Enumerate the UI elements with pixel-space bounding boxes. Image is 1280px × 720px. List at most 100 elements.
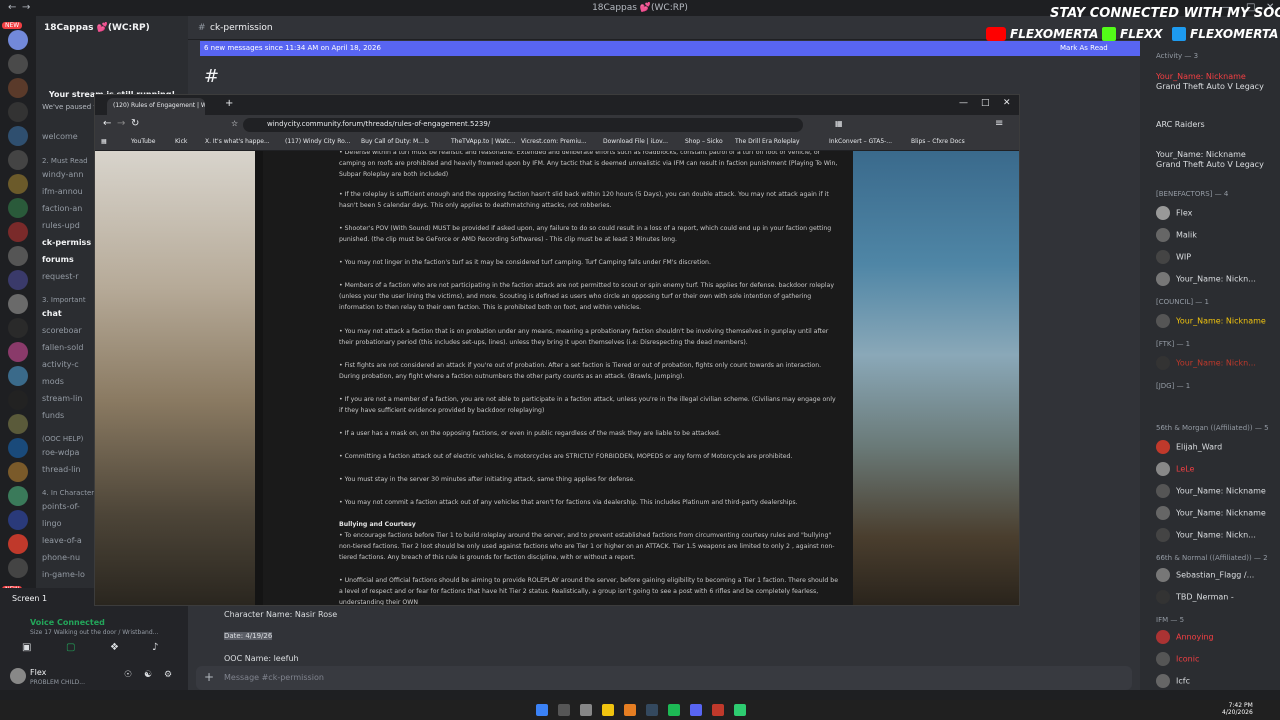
server-icon[interactable] <box>8 126 28 146</box>
member-item[interactable]: Elijah_Ward <box>1156 440 1222 454</box>
user-name[interactable]: Flex <box>30 668 46 677</box>
back-icon[interactable]: ← <box>103 118 111 129</box>
channel-item[interactable]: points-of- <box>42 502 80 511</box>
microphone-icon[interactable]: ☉ <box>124 670 132 680</box>
server-icon[interactable] <box>8 246 28 266</box>
channel-item[interactable]: faction-an <box>42 204 82 213</box>
channel-item[interactable]: phone-nu <box>42 553 80 562</box>
channel-item[interactable]: windy-ann <box>42 170 83 179</box>
member-item[interactable]: Your_Name: Nickn... <box>1156 356 1256 370</box>
server-icon[interactable] <box>8 78 28 98</box>
member-item[interactable]: Your_Name: Nickname <box>1156 484 1266 498</box>
mark-read-button[interactable]: Mark As Read <box>1060 44 1108 52</box>
camera-icon[interactable]: ▣ <box>22 642 31 653</box>
bookmark-item[interactable]: X. It's what's happe... <box>205 138 270 145</box>
server-icon[interactable] <box>8 102 28 122</box>
menu-icon[interactable]: ≡ <box>995 118 1003 129</box>
discord-icon[interactable] <box>690 704 702 716</box>
member-item[interactable]: Your_Name: Nickname <box>1156 72 1246 81</box>
member-item[interactable]: Iconic <box>1156 652 1199 666</box>
member-item[interactable]: Your_Name: Nickname <box>1156 150 1246 159</box>
channel-item[interactable]: ifm-annou <box>42 187 83 196</box>
member-item[interactable]: LeLe <box>1156 462 1194 476</box>
member-item[interactable]: Your_Name: Nickname <box>1156 314 1266 328</box>
channel-item[interactable]: rules-upd <box>42 221 80 230</box>
server-icon[interactable] <box>8 198 28 218</box>
bookmark-item[interactable]: The Drill Era Roleplay <box>735 138 800 145</box>
bookmark-item[interactable]: Kick <box>175 138 187 145</box>
channel-category[interactable]: 3. Important <box>42 296 86 304</box>
browser-tab[interactable]: (120) Rules of Engagement | W <box>107 98 205 115</box>
plus-icon[interactable]: + <box>204 670 214 684</box>
channel-item[interactable]: forums <box>42 255 74 264</box>
apps-icon[interactable]: ▦ <box>101 138 107 145</box>
back-icon[interactable]: ← <box>8 2 16 13</box>
forward-icon[interactable]: → <box>117 118 125 129</box>
soundboard-icon[interactable]: ♪ <box>152 642 158 653</box>
server-icon[interactable] <box>8 174 28 194</box>
browser-icon[interactable] <box>624 704 636 716</box>
url-bar[interactable]: windycity.community.forum/threads/rules-… <box>243 118 803 132</box>
channel-item[interactable]: activity-c <box>42 360 79 369</box>
member-item[interactable]: Malik <box>1156 228 1197 242</box>
server-name[interactable]: 18Cappas 💕(WC:RP) <box>44 23 150 33</box>
bookmark-item[interactable]: TheTVApp.to | Watc... <box>451 138 516 145</box>
bookmark-item[interactable]: YouTube <box>131 138 155 145</box>
server-icon[interactable] <box>8 30 28 50</box>
server-icon[interactable] <box>8 54 28 74</box>
channel-item[interactable]: thread-lin <box>42 465 81 474</box>
channel-item[interactable]: chat <box>42 309 62 318</box>
new-tab-icon[interactable]: + <box>225 98 233 109</box>
file-explorer-icon[interactable] <box>602 704 614 716</box>
server-icon[interactable] <box>8 318 28 338</box>
message-input[interactable]: Message #ck-permission <box>224 673 324 682</box>
channel-item[interactable]: request-r <box>42 272 79 281</box>
task-view-icon[interactable] <box>580 704 592 716</box>
member-item[interactable]: Icfc <box>1156 674 1190 688</box>
bookmark-item[interactable]: Blips – Cfxre Docs <box>911 138 965 145</box>
server-icon[interactable] <box>8 462 28 482</box>
server-icon[interactable] <box>8 390 28 410</box>
activity-icon[interactable]: ❖ <box>110 642 119 653</box>
member-item[interactable]: Your_Name: Nickn... <box>1156 528 1256 542</box>
channel-item[interactable]: lingo <box>42 519 62 528</box>
member-item[interactable]: Your_Name: Nickname <box>1156 506 1266 520</box>
server-icon[interactable] <box>8 294 28 314</box>
member-item[interactable]: TBD_Nerman - <box>1156 590 1234 604</box>
minimize-icon[interactable]: — <box>959 98 968 108</box>
channel-item[interactable]: in-game-lo <box>42 570 85 579</box>
forward-icon[interactable]: → <box>22 2 30 13</box>
server-icon[interactable] <box>8 486 28 506</box>
bookmark-item[interactable]: InkConvert – GTA5-... <box>829 138 892 145</box>
avatar[interactable] <box>10 668 26 684</box>
server-icon[interactable] <box>8 150 28 170</box>
bookmark-icon[interactable]: ☆ <box>231 119 238 128</box>
server-icon[interactable] <box>8 270 28 290</box>
server-icon[interactable] <box>8 558 28 578</box>
bookmark-item[interactable]: Vicrest.com: Premiu... <box>521 138 587 145</box>
message-composer[interactable]: + Message #ck-permission <box>196 666 1132 690</box>
server-icon[interactable] <box>8 438 28 458</box>
member-item[interactable]: WIP <box>1156 250 1191 264</box>
server-icon[interactable] <box>8 342 28 362</box>
bookmark-item[interactable]: Buy Call of Duty: M... <box>361 138 424 145</box>
channel-category[interactable]: 2. Must Read <box>42 157 88 165</box>
maximize-icon[interactable]: □ <box>981 98 990 108</box>
new-messages-bar[interactable]: 6 new messages since 11:34 AM on April 1… <box>200 41 1140 56</box>
channel-item[interactable]: roe-wdpa <box>42 448 79 457</box>
spotify-icon[interactable] <box>668 704 680 716</box>
search-icon[interactable] <box>558 704 570 716</box>
channel-category[interactable]: (OOC HELP) <box>42 435 83 443</box>
start-icon[interactable] <box>536 704 548 716</box>
channel-item[interactable]: leave-of-a <box>42 536 82 545</box>
server-icon[interactable] <box>8 510 28 530</box>
server-icon[interactable] <box>8 534 28 554</box>
steam-icon[interactable] <box>646 704 658 716</box>
channel-item[interactable]: fallen-sold <box>42 343 83 352</box>
member-item[interactable]: Sebastian_Flagg /... <box>1156 568 1254 582</box>
app-icon[interactable] <box>712 704 724 716</box>
channel-item[interactable]: stream-lin <box>42 394 82 403</box>
bookmark-item[interactable]: Shop – Sicko <box>685 138 723 145</box>
member-item[interactable]: Flex <box>1156 206 1192 220</box>
screen-share-label[interactable]: Screen 1 <box>12 594 47 603</box>
